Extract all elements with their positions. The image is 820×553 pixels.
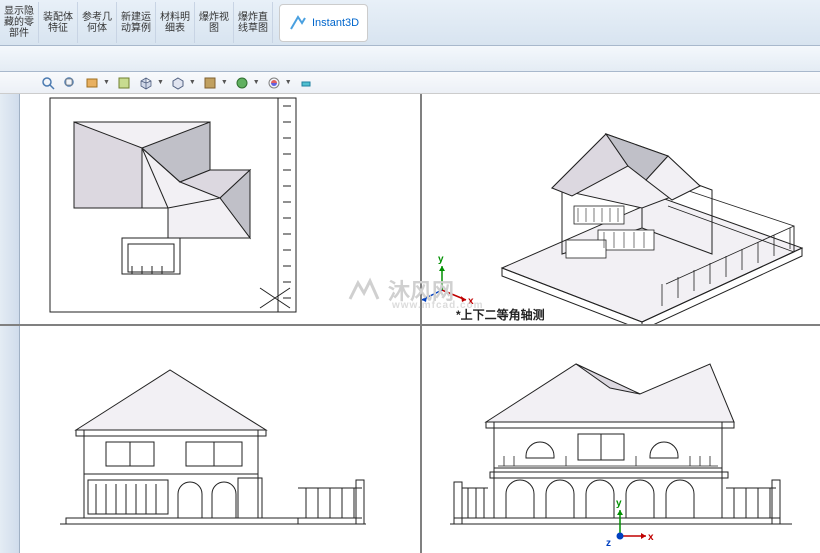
viewport-side[interactable] [20,326,420,553]
svg-text:x: x [648,532,654,543]
dropdown-arrow-icon[interactable]: ▼ [189,79,196,86]
viewport-top[interactable] [20,94,420,324]
svg-text:y: y [438,254,444,265]
svg-text:y: y [616,498,622,509]
dropdown-arrow-icon[interactable]: ▼ [285,79,292,86]
btn1-label: 显示隐 藏的零 部件 [4,6,34,39]
btn-exploded-view[interactable]: 爆炸视 图 [195,2,234,43]
dropdown-arrow-icon[interactable]: ▼ [221,79,228,86]
btn-new-motion-study[interactable]: 新建运 动算例 [117,2,156,43]
btn-reference-geometry[interactable]: 参考几 何体 [78,2,117,43]
viewport-isometric[interactable]: x y z *上下二等角轴测 [422,94,820,324]
iso-view-drawing: x y z [422,94,820,324]
heads-up-view-toolbar: ▼ ▼ ▼ ▼ ▼ ▼ [0,72,820,94]
btn3-label: 参考几 何体 [82,12,112,34]
btn-bom[interactable]: 材料明 细表 [156,2,195,43]
display-style-icon[interactable] [170,75,186,91]
btn-assembly-features[interactable]: 装配体 特征 [39,2,78,43]
instant3d-label: Instant3D [312,17,359,29]
top-view-drawing [20,94,420,324]
btn-explode-line-sketch[interactable]: 爆炸直 线草图 [234,2,273,43]
viewport-front[interactable]: x y z [422,326,820,553]
side-view-drawing [20,326,420,553]
prev-view-icon[interactable] [84,75,100,91]
btn5-label: 材料明 细表 [160,12,190,34]
btn-show-hidden-components[interactable]: 显示隐 藏的零 部件 [0,2,39,43]
instant3d-icon [288,13,308,33]
svg-text:z: z [606,538,611,549]
viewport-splitter-horizontal[interactable] [0,324,820,326]
btn2-label: 装配体 特征 [43,12,73,34]
settings-icon[interactable] [298,75,314,91]
scene-icon[interactable] [234,75,250,91]
btn7-label: 爆炸直 线草图 [238,12,268,34]
graphics-area: x y z *上下二等角轴测 [0,94,820,553]
appearance-icon[interactable] [266,75,282,91]
viewport-label: *上下二等角轴测 [456,306,545,323]
dropdown-arrow-icon[interactable]: ▼ [253,79,260,86]
zoom-area-icon[interactable] [62,75,78,91]
command-toolbar: 显示隐 藏的零 部件 装配体 特征 参考几 何体 新建运 动算例 材料明 细表 … [0,0,820,46]
front-view-drawing: x y z [422,326,820,553]
zoom-fit-icon[interactable] [40,75,56,91]
dropdown-arrow-icon[interactable]: ▼ [103,79,110,86]
dropdown-arrow-icon[interactable]: ▼ [157,79,164,86]
btn4-label: 新建运 动算例 [121,12,151,34]
ribbon-tabs-area [0,46,820,72]
section-view-icon[interactable] [116,75,132,91]
view-orientation-icon[interactable] [138,75,154,91]
btn6-label: 爆炸视 图 [199,12,229,34]
hide-show-icon[interactable] [202,75,218,91]
btn-instant3d[interactable]: Instant3D [279,4,368,42]
